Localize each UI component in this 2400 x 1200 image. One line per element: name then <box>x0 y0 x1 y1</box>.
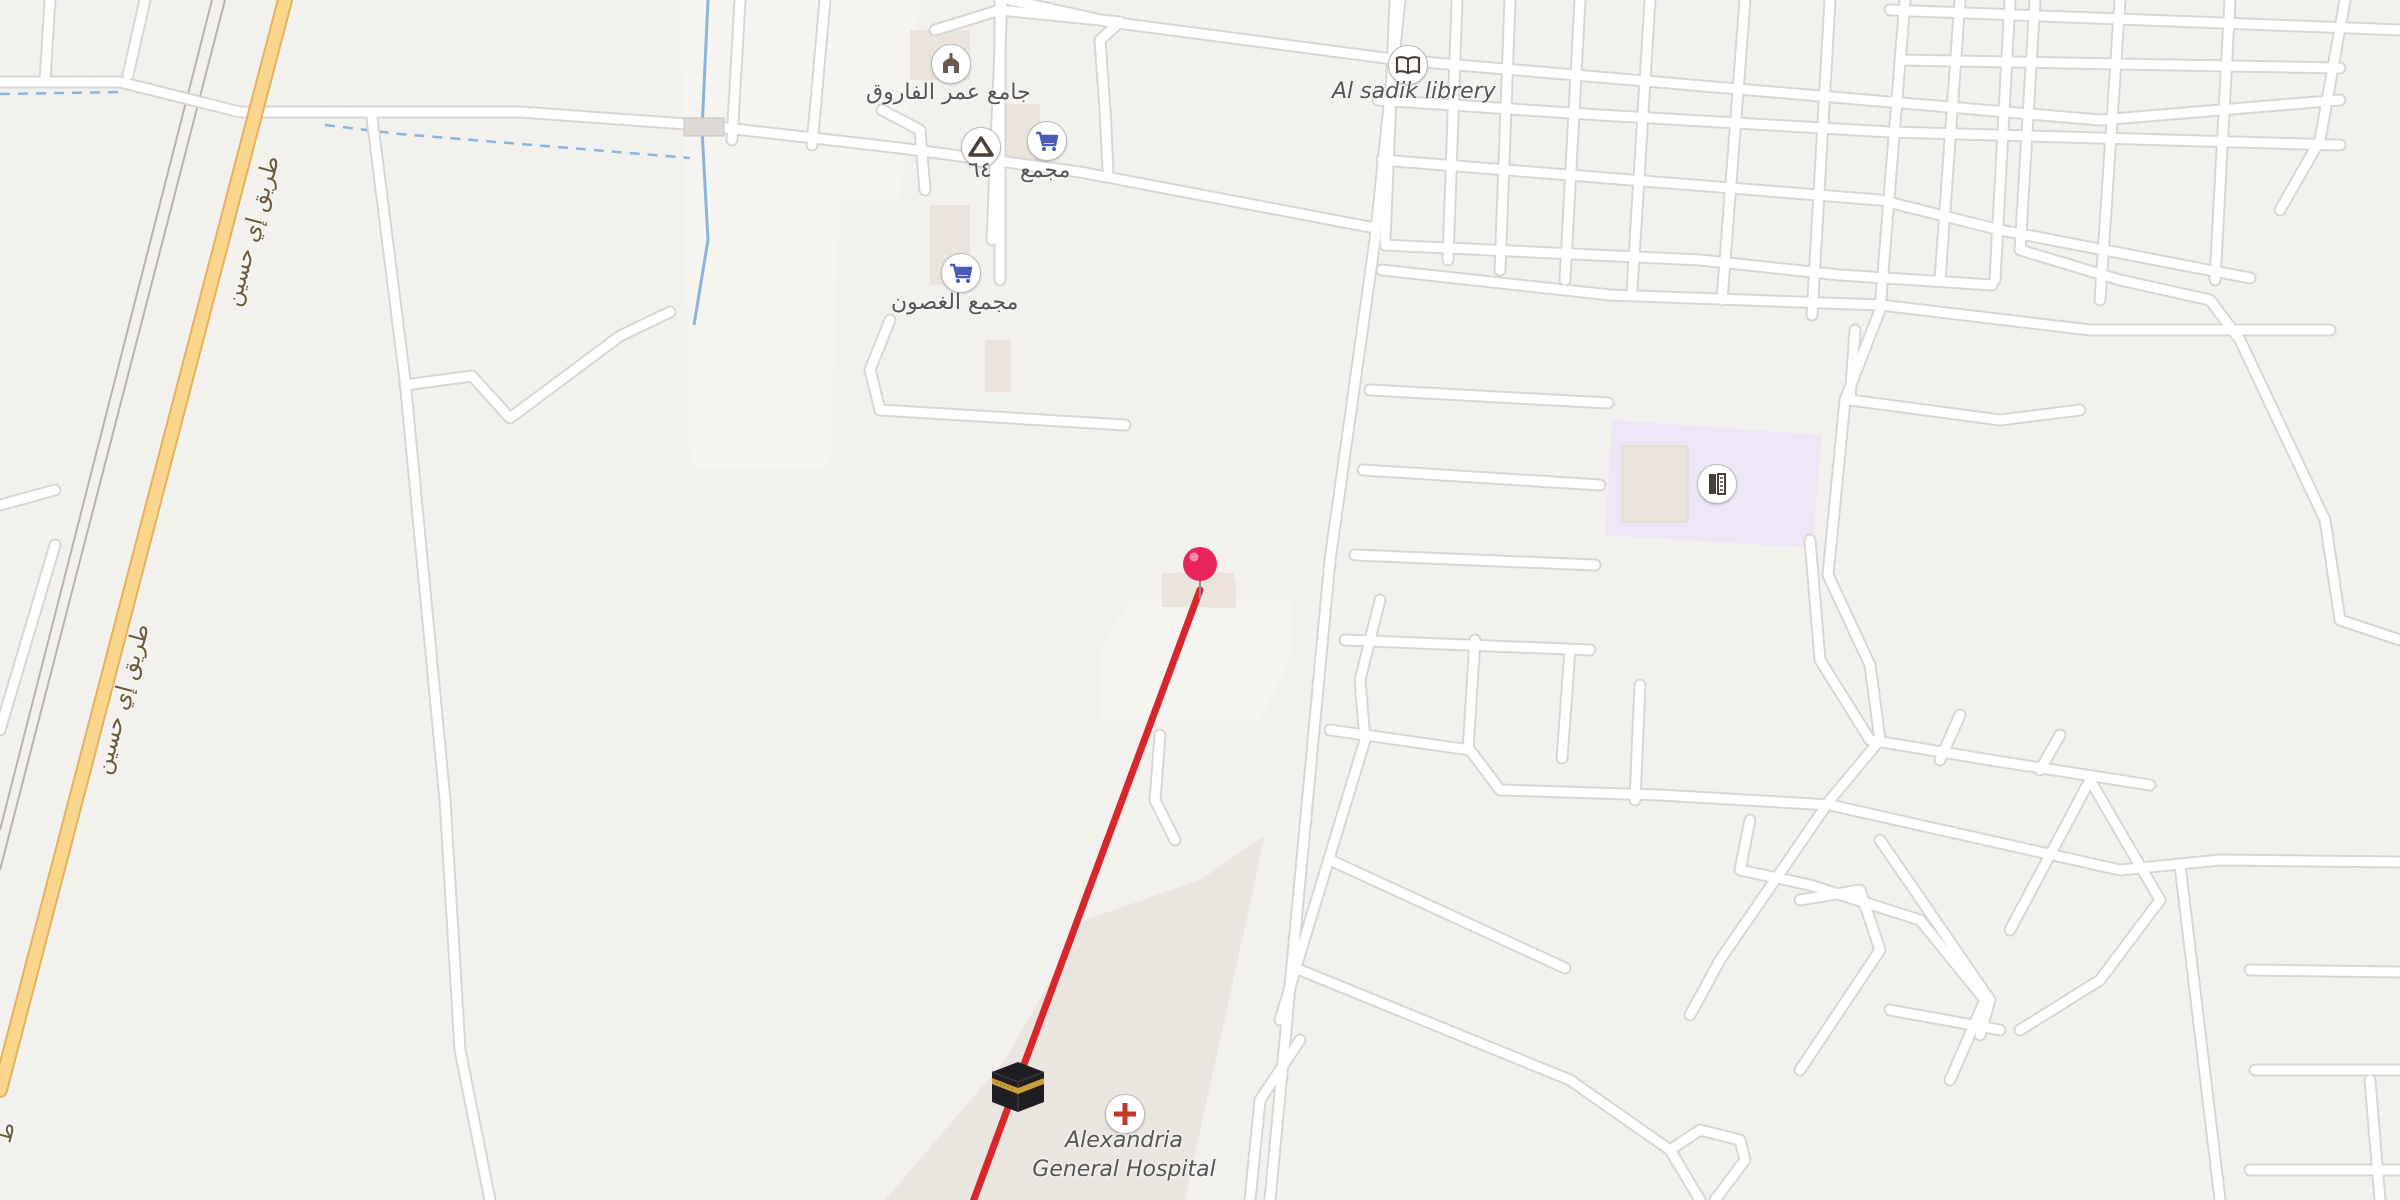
hospital-label-line2: General Hospital <box>1032 1157 1216 1182</box>
shop-poi-b[interactable] <box>941 253 981 293</box>
kaaba-icon <box>991 1062 1045 1112</box>
shop-label-a: مجمع <box>1020 158 1071 183</box>
library-label: Al sadik librery <box>1332 79 1496 104</box>
bridge <box>683 117 725 137</box>
shop-poi-a[interactable] <box>1027 121 1067 161</box>
shop-label-b: مجمع الغصون <box>891 290 1019 315</box>
building <box>985 340 1011 392</box>
location-pin-icon <box>1183 547 1217 599</box>
shopping-cart-icon <box>950 263 973 283</box>
school-icon <box>1709 473 1726 495</box>
school-poi[interactable] <box>1697 464 1737 504</box>
mosque-label: جامع عمر الفاروق <box>866 80 1031 105</box>
location-pin[interactable] <box>1180 545 1220 600</box>
mosque-icon <box>943 53 959 73</box>
map-canvas[interactable]: طريق إي حسين طريق إي حسين ط جامع عمر الف… <box>0 0 2400 1200</box>
hospital-label-line1: Alexandria <box>1065 1128 1183 1153</box>
shopping-cart-icon <box>1036 131 1059 151</box>
qibla-marker[interactable] <box>988 1058 1048 1114</box>
building <box>1621 445 1689 523</box>
camp-label: ٦٤ <box>968 158 992 183</box>
mosque-poi[interactable] <box>931 44 971 84</box>
